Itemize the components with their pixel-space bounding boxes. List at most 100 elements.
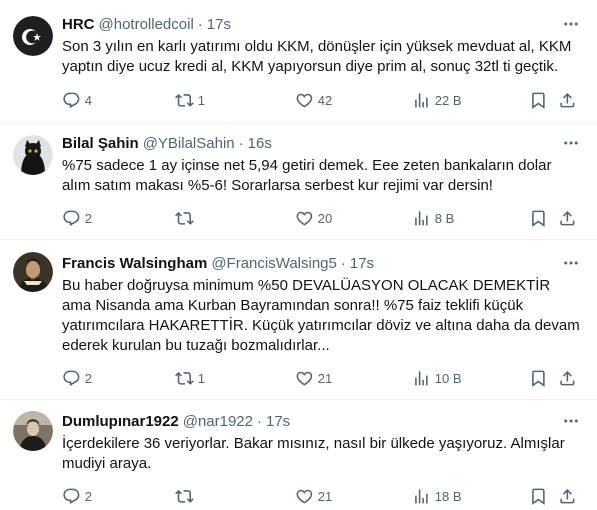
timestamp[interactable]: 16s	[248, 135, 272, 152]
timestamp[interactable]: 17s	[266, 413, 290, 430]
tweet[interactable]: Dumlupınar1922 @nar1922 · 17s İçerdekile…	[0, 400, 597, 510]
views-icon	[415, 210, 428, 226]
views-count: 22 B	[434, 92, 462, 108]
reply-count: 2	[84, 370, 92, 386]
retweet-button[interactable]	[175, 486, 198, 506]
like-button[interactable]: 21	[295, 486, 332, 506]
bookmark-icon	[532, 488, 545, 505]
views-button[interactable]: 8 B	[412, 208, 454, 228]
retweet-icon	[175, 93, 194, 107]
retweet-button[interactable]: 1	[175, 368, 205, 388]
avatar-image	[13, 135, 53, 175]
bookmark-button[interactable]	[529, 90, 548, 110]
reply-icon	[63, 210, 80, 226]
more-icon	[564, 261, 578, 265]
like-button[interactable]: 21	[295, 368, 332, 388]
tweet-header: Dumlupınar1922 @nar1922 · 17s	[62, 411, 290, 431]
more-button[interactable]	[559, 133, 583, 153]
bookmark-button[interactable]	[529, 486, 548, 506]
views-button[interactable]: 10 B	[412, 368, 462, 388]
retweet-icon	[175, 489, 194, 503]
reply-icon	[63, 370, 80, 386]
reply-button[interactable]: 2	[62, 208, 92, 228]
like-button[interactable]: 42	[295, 90, 332, 110]
tweet[interactable]: Bilal Şahin @YBilalSahin · 16s %75 sadec…	[0, 124, 597, 240]
avatar[interactable]	[13, 16, 53, 56]
views-icon	[415, 488, 428, 504]
tweet-actions: 4 1 42 22 B	[62, 90, 582, 110]
more-icon	[564, 22, 578, 26]
avatar-image	[13, 16, 53, 56]
tweet[interactable]: HRC @hotrolledcoil · 17s Son 3 yılın en …	[0, 0, 597, 124]
tweet-actions: 2 1 21 10 B	[62, 368, 582, 388]
more-button[interactable]	[559, 411, 583, 431]
reply-icon	[63, 488, 80, 504]
share-button[interactable]	[558, 368, 577, 388]
author-name[interactable]: Dumlupınar1922	[62, 413, 179, 430]
retweet-icon	[175, 371, 194, 385]
bookmark-icon	[532, 210, 545, 227]
reply-button[interactable]: 2	[62, 368, 92, 388]
share-icon	[560, 370, 575, 386]
like-icon	[296, 489, 313, 504]
bookmark-button[interactable]	[529, 368, 548, 388]
like-count: 20	[317, 210, 333, 226]
views-icon	[415, 92, 428, 108]
like-icon	[296, 371, 313, 386]
retweet-button[interactable]: 1	[175, 90, 205, 110]
retweet-button[interactable]	[175, 208, 198, 228]
share-icon	[560, 92, 575, 108]
like-count: 21	[317, 488, 333, 504]
author-name[interactable]: Francis Walsingham	[62, 255, 207, 272]
reply-button[interactable]: 4	[62, 90, 92, 110]
reply-button[interactable]: 2	[62, 486, 92, 506]
like-count: 42	[317, 92, 333, 108]
author-handle[interactable]: @FrancisWalsing5	[211, 255, 337, 272]
more-icon	[564, 141, 578, 145]
author-handle[interactable]: @nar1922	[183, 413, 253, 430]
share-icon	[560, 210, 575, 226]
like-button[interactable]: 20	[295, 208, 332, 228]
share-button[interactable]	[558, 208, 577, 228]
share-button[interactable]	[558, 486, 577, 506]
separator-dot: ·	[197, 15, 203, 33]
retweet-count: 1	[197, 370, 205, 386]
reply-icon	[63, 92, 80, 108]
avatar[interactable]	[13, 252, 53, 292]
more-button[interactable]	[559, 14, 583, 34]
avatar-image	[13, 252, 53, 292]
reply-count: 4	[84, 92, 92, 108]
like-icon	[296, 211, 313, 226]
avatar[interactable]	[13, 411, 53, 451]
tweet-text: İçerdekilere 36 veriyorlar. Bakar mısını…	[62, 435, 565, 472]
separator-dot: ·	[340, 254, 346, 272]
author-handle[interactable]: @hotrolledcoil	[99, 16, 194, 33]
views-count: 10 B	[434, 370, 462, 386]
reply-count: 2	[84, 488, 92, 504]
author-name[interactable]: Bilal Şahin	[62, 135, 139, 152]
tweet-header: HRC @hotrolledcoil · 17s	[62, 14, 231, 34]
like-count: 21	[317, 370, 333, 386]
share-icon	[560, 488, 575, 504]
author-name[interactable]: HRC	[62, 16, 95, 33]
timestamp[interactable]: 17s	[207, 16, 231, 33]
author-handle[interactable]: @YBilalSahin	[143, 135, 235, 152]
reply-count: 2	[84, 210, 92, 226]
tweet-header: Bilal Şahin @YBilalSahin · 16s	[62, 133, 272, 153]
timestamp[interactable]: 17s	[350, 255, 374, 272]
more-icon	[564, 419, 578, 423]
retweet-icon	[175, 211, 194, 225]
avatar[interactable]	[13, 135, 53, 175]
tweet-text: Bu haber doğruysa minimum %50 DEVALÜASYO…	[62, 277, 580, 354]
views-button[interactable]: 18 B	[412, 486, 462, 506]
bookmark-button[interactable]	[529, 208, 548, 228]
views-count: 8 B	[434, 210, 455, 226]
more-button[interactable]	[559, 253, 583, 273]
separator-dot: ·	[238, 134, 244, 152]
share-button[interactable]	[558, 90, 577, 110]
tweet-actions: 2 20 8 B	[62, 208, 582, 228]
views-button[interactable]: 22 B	[412, 90, 462, 110]
tweet-text: %75 sadece 1 ay içinse net 5,94 getiri d…	[62, 157, 552, 194]
separator-dot: ·	[257, 412, 262, 430]
tweet[interactable]: Francis Walsingham @FrancisWalsing5 · 17…	[0, 240, 597, 400]
